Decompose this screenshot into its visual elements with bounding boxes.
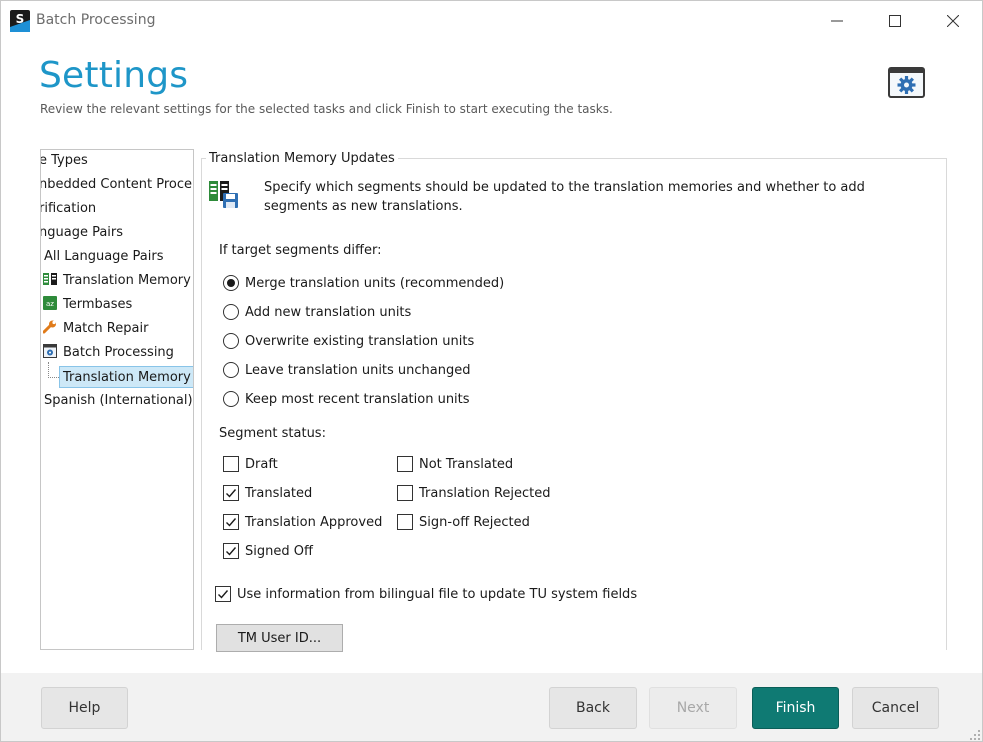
help-button[interactable]: Help: [41, 687, 128, 729]
page-subtitle: Review the relevant settings for the sel…: [40, 102, 613, 116]
checkbox-sign-off-rejected[interactable]: Sign-off Rejected: [397, 513, 530, 531]
tree-connector-line: [48, 362, 59, 378]
tree-item-label: e Types: [40, 153, 88, 168]
tree-item-label: Spanish (International)-: [44, 393, 194, 408]
finish-button[interactable]: Finish: [752, 687, 839, 729]
radio-button-checked[interactable]: [223, 275, 239, 291]
back-button[interactable]: Back: [549, 687, 637, 729]
checkbox-label: Translation Rejected: [419, 485, 551, 501]
checkbox-box[interactable]: [223, 485, 239, 501]
minimize-icon: [831, 20, 843, 22]
translation-memory-update-icon: [209, 181, 238, 208]
tree-item-label: Match Repair: [63, 321, 149, 336]
next-button[interactable]: Next: [649, 687, 737, 729]
checkbox-label: Translated: [245, 485, 313, 501]
translation-memory-icon: [43, 273, 57, 285]
radio-label: Leave translation units unchanged: [245, 362, 471, 378]
checkbox-use-bilingual-info[interactable]: Use information from bilingual file to u…: [215, 585, 637, 603]
radio-merge[interactable]: Merge translation units (recommended): [223, 274, 504, 292]
tree-item-file-types[interactable]: e Types: [40, 150, 88, 172]
svg-text:az: az: [46, 300, 54, 308]
tree-item-label: rification: [40, 201, 97, 216]
tree-item-label: Translation Memory: [63, 273, 191, 288]
radio-button[interactable]: [223, 391, 239, 407]
app-logo-icon: S: [10, 10, 30, 32]
checkbox-box[interactable]: [397, 485, 413, 501]
group-title: Translation Memory Updates: [206, 151, 398, 166]
title-bar[interactable]: S Batch Processing: [1, 1, 982, 41]
tree-item-label: Translation Memory: [63, 370, 191, 385]
checkbox-label: Translation Approved: [245, 514, 383, 530]
window-title: Batch Processing: [36, 12, 156, 28]
checkbox-translation-rejected[interactable]: Translation Rejected: [397, 484, 551, 502]
radio-button[interactable]: [223, 362, 239, 378]
close-icon: [947, 15, 959, 27]
tree-item-language-pairs[interactable]: nguage Pairs: [40, 222, 124, 244]
checkbox-box[interactable]: [223, 514, 239, 530]
differ-label: If target segments differ:: [219, 243, 382, 258]
segment-status-label: Segment status:: [219, 426, 326, 441]
radio-label: Add new translation units: [245, 304, 412, 320]
checkmark-icon: [226, 489, 237, 498]
checkbox-not-translated[interactable]: Not Translated: [397, 455, 513, 473]
checkbox-label: Not Translated: [419, 456, 514, 472]
close-button[interactable]: [930, 5, 976, 37]
tree-item-label: Batch Processing: [63, 345, 174, 360]
radio-overwrite[interactable]: Overwrite existing translation units: [223, 332, 474, 350]
tree-item-batch-translation-memory[interactable]: Translation Memory: [59, 366, 193, 388]
resize-grip-icon[interactable]: [967, 727, 981, 741]
radio-leave-unchanged[interactable]: Leave translation units unchanged: [223, 361, 471, 379]
radio-label: Keep most recent translation units: [245, 391, 470, 407]
tree-item-verification[interactable]: rification: [40, 198, 97, 220]
checkbox-box[interactable]: [215, 586, 231, 602]
app-logo-letter: S: [16, 12, 25, 26]
tree-item-spanish-international[interactable]: Spanish (International)-: [44, 390, 194, 412]
termbase-icon: az: [43, 296, 57, 310]
tree-item-match-repair[interactable]: Match Repair: [43, 318, 148, 340]
checkbox-signed-off[interactable]: Signed Off: [223, 542, 313, 560]
radio-keep-recent[interactable]: Keep most recent translation units: [223, 390, 470, 408]
panel-description: Specify which segments should be updated…: [264, 180, 865, 214]
tree-item-label: nguage Pairs: [40, 225, 124, 240]
checkbox-box[interactable]: [223, 456, 239, 472]
checkmark-icon: [226, 518, 237, 527]
page-title: Settings: [39, 55, 189, 96]
minimize-button[interactable]: [814, 5, 860, 37]
radio-label: Merge translation units (recommended): [245, 275, 505, 291]
tree-item-label: Termbases: [63, 297, 133, 312]
checkbox-draft[interactable]: Draft: [223, 455, 278, 473]
batch-processing-window: S Batch Processing Settings Review the r…: [0, 0, 983, 742]
wrench-icon: [43, 320, 56, 334]
radio-button[interactable]: [223, 333, 239, 349]
batch-processing-icon: [43, 344, 57, 358]
checkbox-label: Signed Off: [245, 543, 313, 559]
checkbox-label: Use information from bilingual file to u…: [237, 586, 638, 602]
tree-item-termbases[interactable]: az Termbases: [43, 294, 132, 316]
tree-item-embedded-content[interactable]: nbedded Content Proce: [40, 174, 192, 196]
checkbox-translation-approved[interactable]: Translation Approved: [223, 513, 382, 531]
checkbox-box[interactable]: [397, 514, 413, 530]
checkmark-icon: [226, 547, 237, 556]
checkmark-icon: [218, 590, 229, 599]
tree-item-all-language-pairs[interactable]: All Language Pairs: [44, 246, 164, 268]
checkbox-label: Sign-off Rejected: [419, 514, 530, 530]
tree-item-batch-processing[interactable]: Batch Processing: [43, 342, 174, 364]
radio-add-new[interactable]: Add new translation units: [223, 303, 411, 321]
tm-user-id-button[interactable]: TM User ID...: [216, 624, 343, 652]
checkbox-box[interactable]: [223, 543, 239, 559]
cancel-button[interactable]: Cancel: [852, 687, 939, 729]
tree-item-label: nbedded Content Proce: [40, 177, 192, 192]
maximize-icon: [889, 15, 901, 27]
checkbox-box[interactable]: [397, 456, 413, 472]
settings-tree[interactable]: e Types nbedded Content Proce rification…: [40, 149, 194, 650]
checkbox-label: Draft: [245, 456, 278, 472]
radio-label: Overwrite existing translation units: [245, 333, 475, 349]
radio-button[interactable]: [223, 304, 239, 320]
settings-window-icon: [888, 67, 925, 98]
maximize-button[interactable]: [872, 5, 918, 37]
checkbox-translated[interactable]: Translated: [223, 484, 312, 502]
tree-item-label: All Language Pairs: [44, 249, 164, 264]
tree-item-translation-memory[interactable]: Translation Memory: [43, 270, 191, 292]
